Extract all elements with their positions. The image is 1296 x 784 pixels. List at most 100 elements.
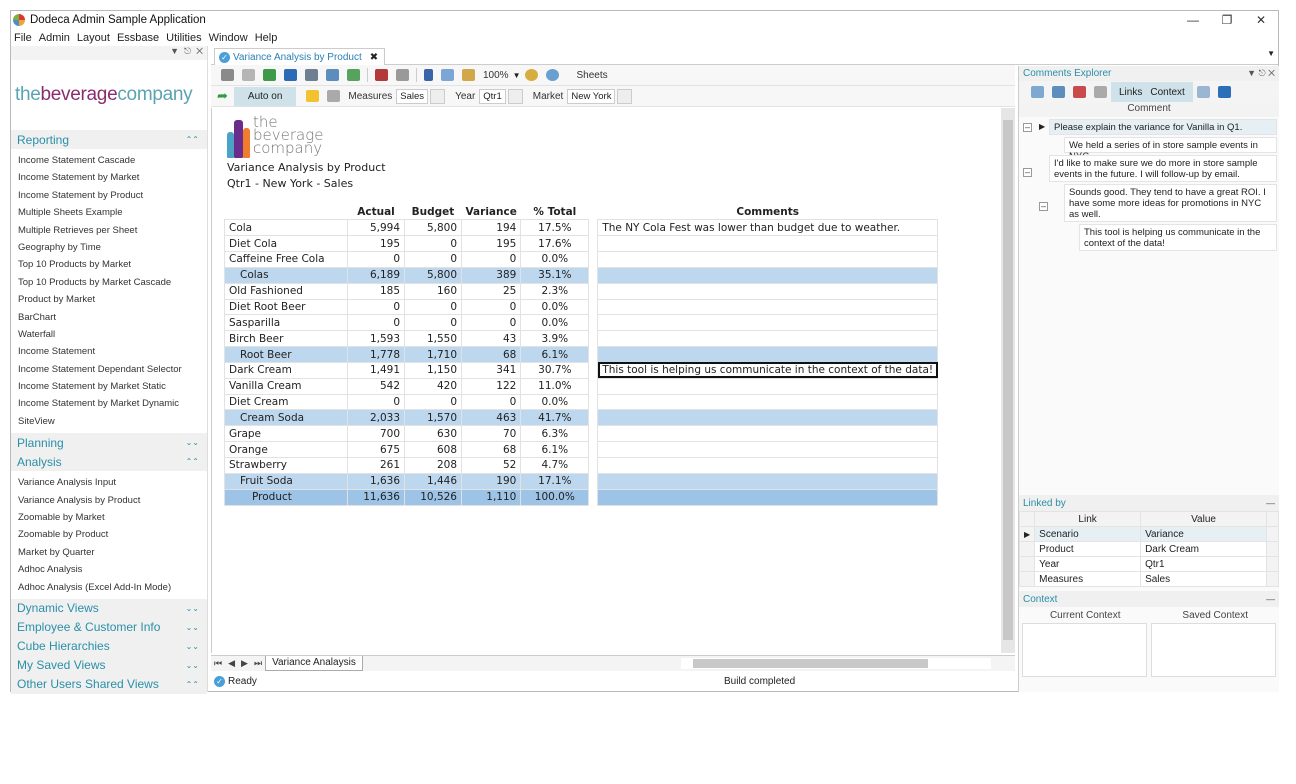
nav-section-my-saved-views[interactable]: My Saved Views ⌄⌄ xyxy=(11,655,207,675)
nav-item[interactable]: Market by Quarter xyxy=(11,544,207,561)
expand-chevron-icon[interactable]: ⌄⌄ xyxy=(186,604,199,613)
budget-cell[interactable]: 160 xyxy=(404,282,462,300)
comment-cell[interactable] xyxy=(597,488,939,506)
market-button[interactable] xyxy=(617,88,633,104)
comment-cell[interactable] xyxy=(597,409,939,427)
close-icon[interactable]: ✕ xyxy=(196,46,203,56)
export-all-icon[interactable] xyxy=(284,69,297,81)
budget-cell[interactable]: 0 xyxy=(404,393,462,411)
linked-by-row[interactable]: ▶ Scenario Variance xyxy=(1018,526,1279,542)
budget-cell[interactable]: 10,526 xyxy=(404,488,462,506)
last-sheet-icon[interactable]: ⏭ xyxy=(254,658,262,669)
variance-cell[interactable]: 190 xyxy=(460,472,522,490)
zoom-dropdown-icon[interactable]: ▼ xyxy=(513,71,521,80)
pct-total-cell[interactable]: 0.0% xyxy=(520,251,590,268)
actual-cell[interactable]: 1,593 xyxy=(347,330,405,348)
comment-cell[interactable] xyxy=(597,251,939,268)
comment-item[interactable]: I'd like to make sure we do more in stor… xyxy=(1049,155,1277,182)
delete-comment-icon[interactable] xyxy=(1073,86,1086,98)
pct-total-cell[interactable]: 6.1% xyxy=(520,346,590,363)
budget-cell[interactable]: 1,150 xyxy=(404,361,462,379)
comment-cell[interactable] xyxy=(597,314,939,332)
horizontal-scrollbar[interactable] xyxy=(681,658,991,669)
variance-cell[interactable]: 463 xyxy=(460,409,522,427)
product-name[interactable]: Grape xyxy=(224,425,348,443)
actual-cell[interactable]: 1,778 xyxy=(347,346,405,363)
budget-cell[interactable]: 0 xyxy=(404,251,462,268)
nav-section-planning[interactable]: Planning ⌄⌄ xyxy=(11,433,207,453)
sheets-menu[interactable]: Sheets xyxy=(577,70,608,81)
product-name[interactable]: Diet Cream xyxy=(224,393,348,411)
variance-cell[interactable]: 0 xyxy=(460,298,522,316)
linked-by-row[interactable]: Measures Sales xyxy=(1018,571,1279,587)
measures-button[interactable] xyxy=(430,88,446,104)
variance-cell[interactable]: 68 xyxy=(460,346,522,363)
nav-section-reporting[interactable]: Reporting ⌃⌃ xyxy=(11,130,207,149)
zoom-level[interactable]: 100% xyxy=(483,70,509,81)
comment-cell[interactable] xyxy=(597,235,939,253)
next-sheet-icon[interactable]: ▶ xyxy=(241,658,248,669)
vertical-scrollbar[interactable] xyxy=(1001,108,1015,653)
nav-section-employee-customer-info[interactable]: Employee & Customer Info ⌄⌄ xyxy=(11,617,207,637)
budget-cell[interactable]: 0 xyxy=(404,314,462,332)
nav-item[interactable]: Top 10 Products by Market Cascade xyxy=(11,274,207,291)
budget-cell[interactable]: 1,550 xyxy=(404,330,462,348)
prev-sheet-icon[interactable]: ◀ xyxy=(228,658,235,669)
nav-item[interactable]: Variance Analysis Input xyxy=(11,474,207,491)
saved-context-box[interactable] xyxy=(1151,623,1276,677)
nav-item[interactable]: Income Statement Dependant Selector xyxy=(11,361,207,378)
product-name[interactable]: Root Beer xyxy=(224,346,348,363)
copy-icon[interactable] xyxy=(441,69,454,81)
variance-cell[interactable]: 1,110 xyxy=(460,488,522,506)
pct-total-cell[interactable]: 30.7% xyxy=(520,361,590,379)
comment-cell[interactable] xyxy=(597,266,939,284)
print-preview-icon[interactable] xyxy=(326,69,339,81)
product-name[interactable]: Strawberry xyxy=(224,457,348,474)
variance-cell[interactable]: 43 xyxy=(460,330,522,348)
expand-chevron-icon[interactable]: ⌄⌄ xyxy=(186,642,199,651)
menu-help[interactable]: Help xyxy=(255,32,278,44)
current-context-box[interactable] xyxy=(1022,623,1147,677)
nav-item[interactable]: Income Statement Cascade xyxy=(11,152,207,169)
product-name[interactable]: Colas xyxy=(224,266,348,284)
actual-cell[interactable]: 0 xyxy=(347,393,405,411)
product-name[interactable]: Vanilla Cream xyxy=(224,377,348,395)
hierarchy-icon[interactable] xyxy=(1196,86,1210,98)
scrollbar-cell[interactable] xyxy=(1266,541,1279,557)
product-name[interactable]: Dark Cream xyxy=(224,361,348,379)
product-name[interactable]: Product xyxy=(224,488,348,506)
budget-cell[interactable]: 0 xyxy=(404,298,462,316)
close-icon[interactable]: ✕ xyxy=(1268,68,1275,78)
variance-cell[interactable]: 389 xyxy=(460,266,522,284)
actual-cell[interactable]: 0 xyxy=(347,251,405,268)
nav-item[interactable]: Adhoc Analysis (Excel Add-In Mode) xyxy=(11,579,207,596)
reply-comment-icon[interactable] xyxy=(1052,86,1065,98)
tab-list-dropdown-icon[interactable]: ▼ xyxy=(1267,49,1275,58)
linked-by-row[interactable]: Product Dark Cream xyxy=(1018,541,1279,557)
nav-item[interactable]: Income Statement by Market Static xyxy=(11,378,207,395)
budget-cell[interactable]: 5,800 xyxy=(404,219,462,237)
pct-total-cell[interactable]: 41.7% xyxy=(520,409,590,427)
comment-cell[interactable] xyxy=(597,346,939,363)
scrollbar-cell[interactable] xyxy=(1266,571,1279,587)
nav-item[interactable]: Zoomable by Market xyxy=(11,509,207,526)
nav-section-other-users-shared-views[interactable]: Other Users Shared Views ⌃⌃ xyxy=(11,674,207,694)
product-name[interactable]: Fruit Soda xyxy=(224,472,348,490)
comment-cell[interactable] xyxy=(597,441,939,458)
comment-item[interactable]: Please explain the variance for Vanilla … xyxy=(1049,119,1277,135)
collapse-icon[interactable]: – xyxy=(1039,202,1048,211)
paste-icon[interactable] xyxy=(462,69,475,81)
nav-item[interactable]: Income Statement by Product xyxy=(11,187,207,204)
pin-icon[interactable]: ⎋ xyxy=(184,46,191,56)
actual-cell[interactable]: 1,491 xyxy=(347,361,405,379)
spreadsheet[interactable]: the beverage company Variance Analysis b… xyxy=(211,108,1001,653)
budget-cell[interactable]: 208 xyxy=(404,457,462,474)
budget-cell[interactable]: 1,570 xyxy=(404,409,462,427)
comment-cell[interactable]: This tool is helping us communicate in t… xyxy=(597,361,939,379)
pct-total-cell[interactable]: 4.7% xyxy=(520,457,590,474)
nav-section-analysis[interactable]: Analysis ⌃⌃ xyxy=(11,452,207,472)
product-name[interactable]: Old Fashioned xyxy=(224,282,348,300)
comment-cell[interactable] xyxy=(597,472,939,490)
scrollbar-cell[interactable] xyxy=(1266,556,1279,572)
nav-item[interactable]: Zoomable by Product xyxy=(11,526,207,543)
